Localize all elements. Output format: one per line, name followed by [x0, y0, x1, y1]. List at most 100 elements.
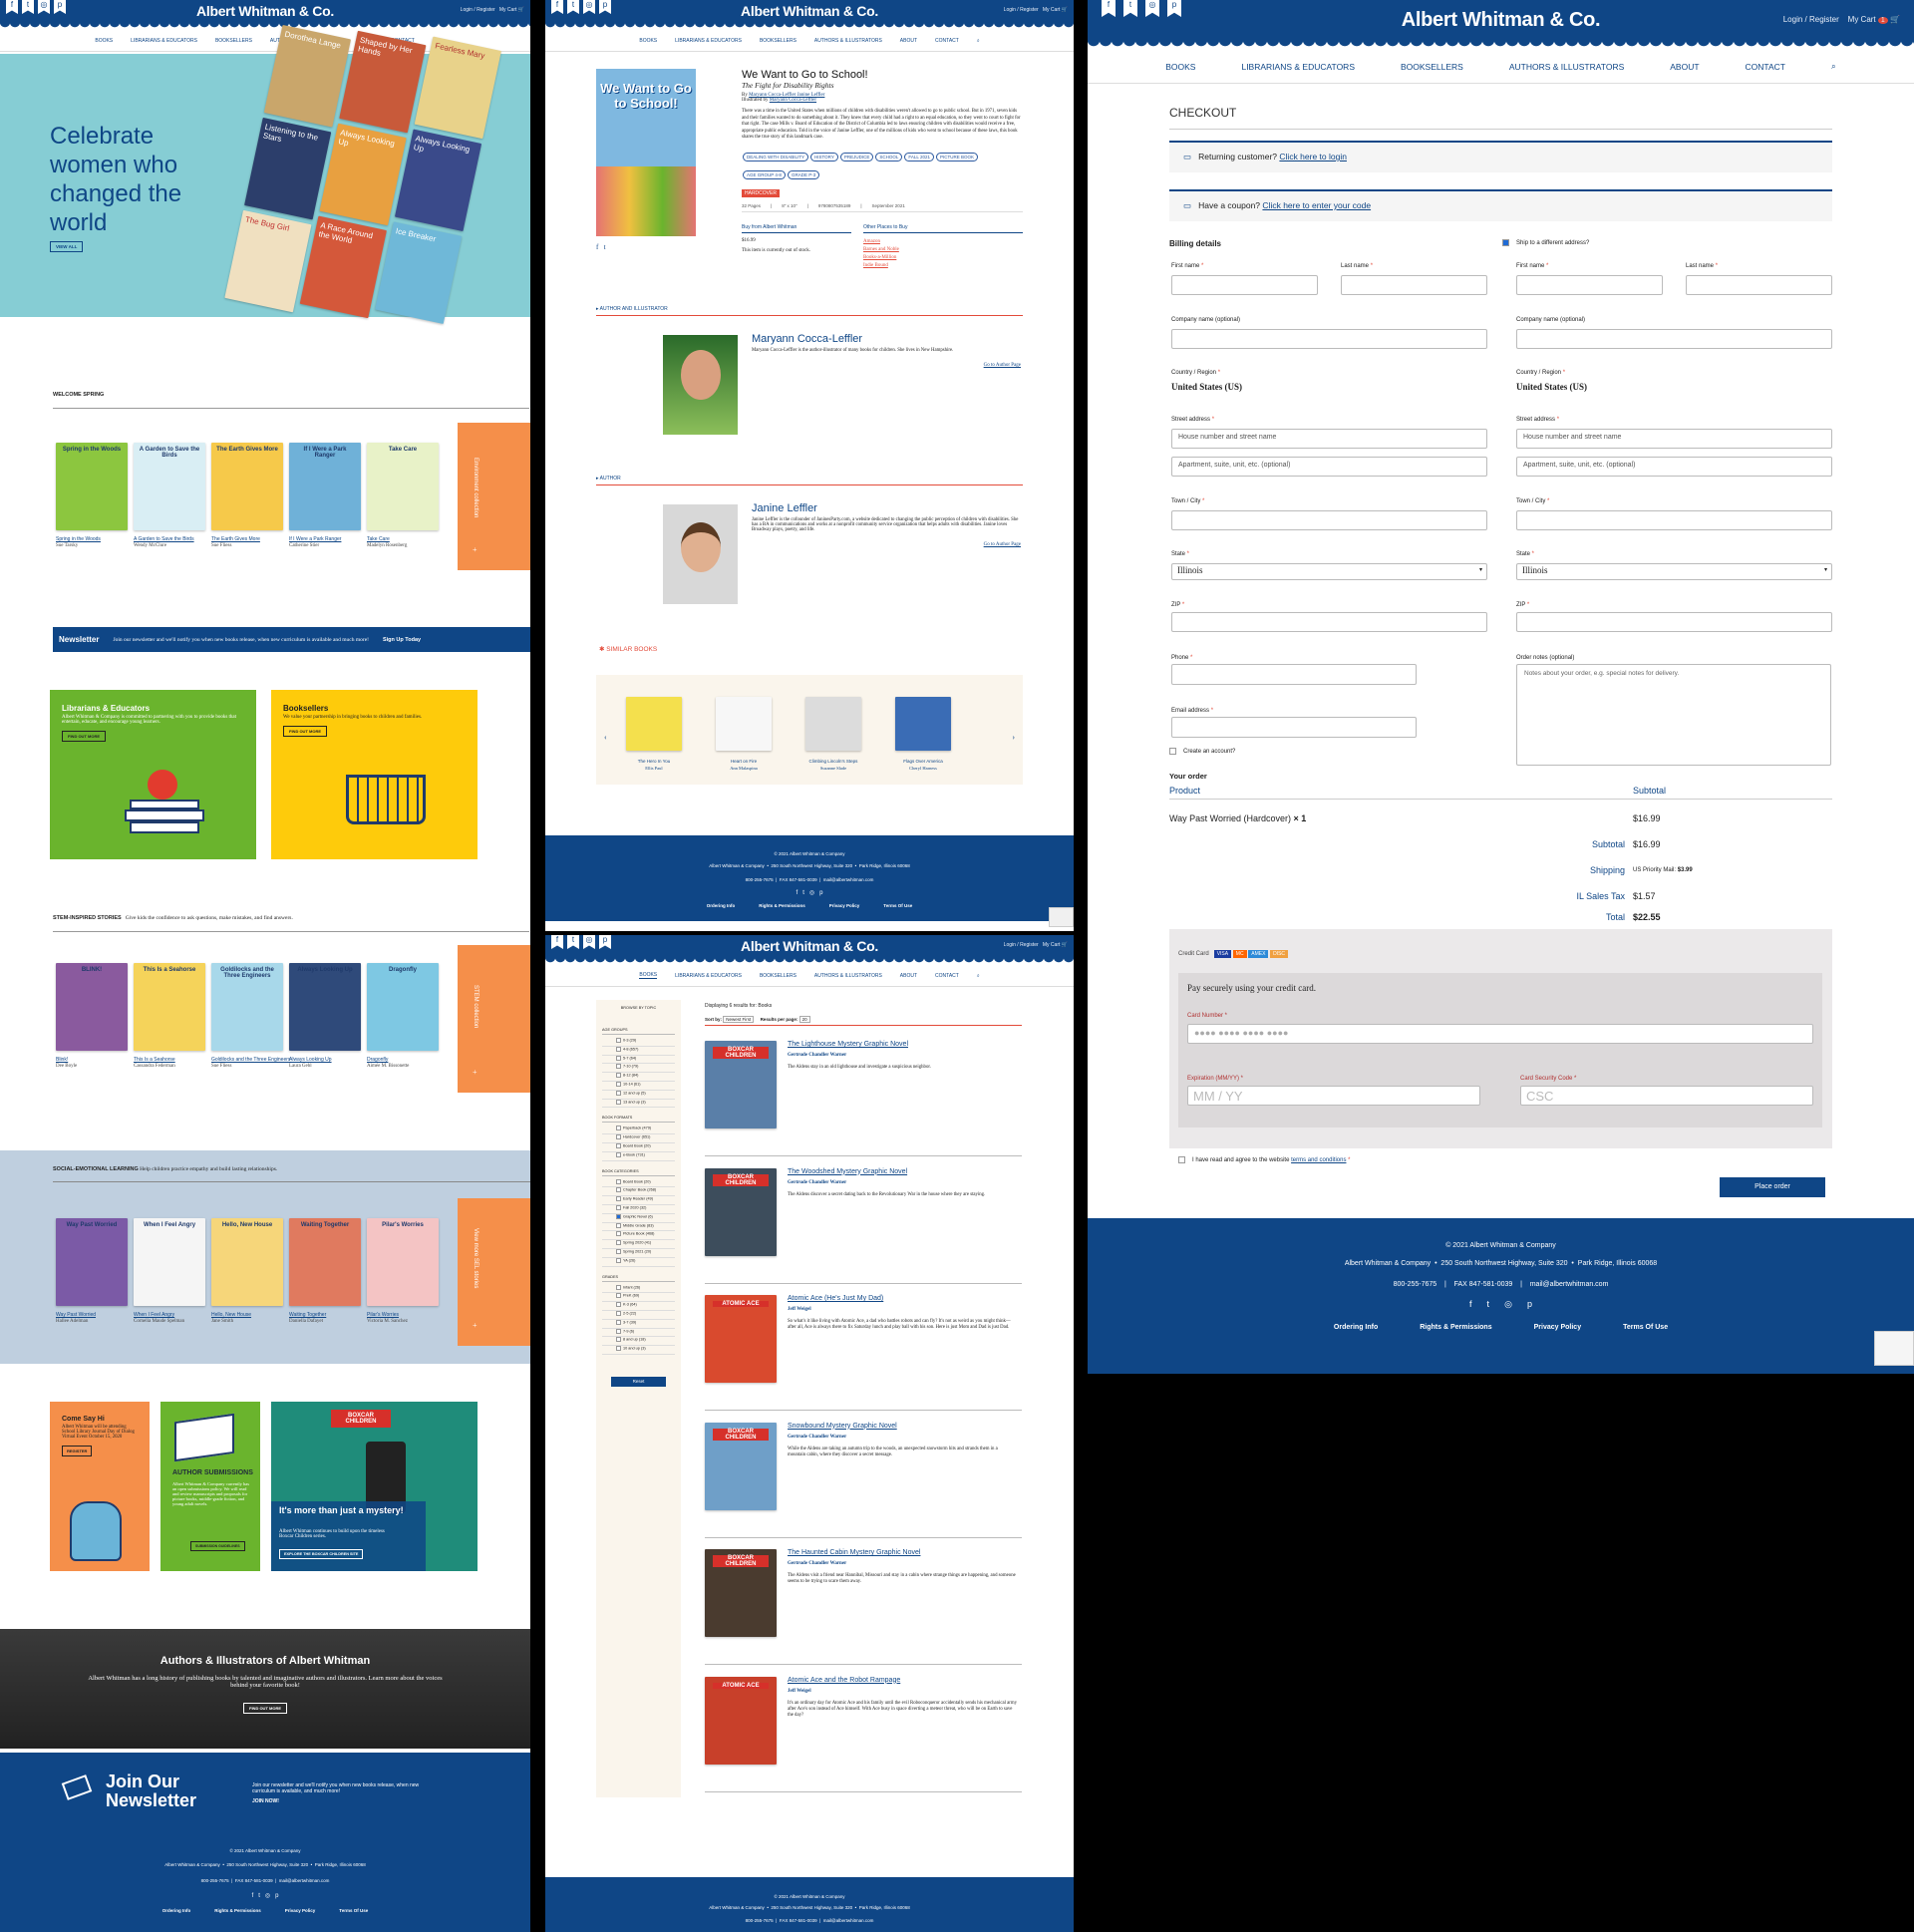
filter-checkbox[interactable]	[616, 1055, 621, 1061]
book-card[interactable]: When I Feel Angry When I Feel Angry Cornel…	[134, 1218, 205, 1338]
book-title-link[interactable]: Always Looking Up	[289, 1057, 332, 1063]
book-cover[interactable]: Dragonfly	[367, 963, 439, 1051]
book-cover[interactable]: When I Feel Angry	[134, 1218, 205, 1306]
book-card[interactable]: Way Past Worried Way Past Worried Hallee A…	[56, 1218, 128, 1338]
credit-card-radio[interactable]: Credit Card	[1178, 951, 1209, 957]
book-cover[interactable]: BLINK!	[56, 963, 128, 1051]
filter-checkbox[interactable]	[616, 1310, 621, 1316]
shipping-city-field[interactable]	[1516, 510, 1832, 530]
filter-checkbox[interactable]	[616, 1222, 621, 1228]
footer-email-link[interactable]: mail@albertwhitman.com	[279, 1878, 330, 1883]
book-cover[interactable]: A Garden to Save the Birds	[134, 443, 205, 530]
filter-option[interactable]: 7-10 (79)	[602, 1064, 675, 1074]
twitter-icon[interactable]: t	[258, 1893, 260, 1899]
result-title-link[interactable]: Snowbound Mystery Graphic Novel	[788, 1423, 897, 1430]
sort-select[interactable]: Newest First	[723, 1016, 755, 1023]
book-title-link[interactable]: Pilar's Worries	[367, 1312, 399, 1318]
book-card[interactable]: BLINK! Blink! Dee Boyle	[56, 963, 128, 1083]
hero-book[interactable]: Always Looking Up	[394, 129, 482, 232]
pinterest-icon[interactable]: p	[54, 0, 66, 14]
facebook-icon[interactable]: f	[551, 935, 563, 949]
booksellers-find-out-button[interactable]: FIND OUT MORE	[283, 726, 327, 737]
search-icon[interactable]: ⌕	[977, 38, 980, 44]
boxcar-card[interactable]: BOXCAR CHILDREN It's more than just a my…	[271, 1402, 478, 1571]
book-title-link[interactable]: Spring in the Woods	[56, 536, 101, 542]
filter-option[interactable]: Infant (26)	[602, 1284, 675, 1294]
expiry-input[interactable]: MM / YY	[1187, 1086, 1480, 1106]
facebook-icon[interactable]: f	[1469, 1299, 1472, 1309]
book-title-link[interactable]: Waiting Together	[289, 1312, 326, 1318]
hero-book[interactable]: Always Looking Up	[319, 123, 407, 226]
filter-option[interactable]: Board Book (20)	[602, 1178, 675, 1188]
result-title-link[interactable]: The Woodshed Mystery Graphic Novel	[788, 1168, 907, 1175]
filter-option[interactable]: Board Book (20)	[602, 1142, 675, 1152]
place-order-button[interactable]: Place order	[1720, 1177, 1825, 1197]
book-card[interactable]: The Earth Gives More The Earth Gives More…	[211, 443, 283, 562]
create-account-checkbox[interactable]	[1169, 748, 1176, 755]
filter-checkbox[interactable]	[616, 1038, 621, 1043]
instagram-icon[interactable]: ◎	[583, 935, 595, 949]
hero-view-all-button[interactable]: VIEW ALL	[50, 241, 84, 252]
pinterest-icon[interactable]: p	[275, 1893, 278, 1899]
facebook-icon[interactable]: f	[252, 1893, 254, 1899]
filter-checkbox[interactable]	[616, 1248, 621, 1254]
cart-icon[interactable]: 🛒	[1062, 942, 1068, 948]
book-cover[interactable]: ATOMIC ACE	[705, 1676, 777, 1765]
filter-checkbox[interactable]	[616, 1328, 621, 1334]
nav-books[interactable]: BOOKS	[1165, 62, 1195, 72]
facebook-icon[interactable]: f	[596, 243, 598, 251]
book-title-link[interactable]: A Garden to Save the Birds	[134, 536, 194, 542]
filter-option[interactable]: Paperback (479)	[602, 1126, 675, 1135]
filter-option[interactable]: 13 and up (3)	[602, 1099, 675, 1109]
book-cover[interactable]: BOXCAR CHILDREN	[705, 1041, 777, 1128]
filter-checkbox[interactable]	[616, 1319, 621, 1325]
filter-option[interactable]: Spring 2020 (41)	[602, 1240, 675, 1249]
shipping-state-select[interactable]: Illinois ▾	[1516, 563, 1832, 580]
nav-contact[interactable]: CONTACT	[935, 38, 959, 44]
similar-book-card[interactable]: Flags Over America Cheryl Harness	[887, 697, 957, 785]
book-title-link[interactable]: This Is a Seahorse	[134, 1057, 175, 1063]
pinterest-icon[interactable]: p	[1167, 0, 1181, 17]
login-link[interactable]: Login / Register	[1004, 942, 1039, 948]
book-cover[interactable]: Goldilocks and the Three Engineers	[211, 963, 283, 1051]
book-cover[interactable]	[716, 697, 772, 751]
facebook-icon[interactable]: f	[1102, 0, 1116, 17]
filter-option[interactable]: 8 and up (18)	[602, 1337, 675, 1347]
terms-link[interactable]: terms and conditions	[1291, 1157, 1346, 1163]
filter-option[interactable]: 7-9 (6)	[602, 1328, 675, 1338]
twitter-icon[interactable]: t	[22, 0, 34, 14]
login-link[interactable]: Login / Register	[1783, 15, 1839, 24]
card-number-input[interactable]: ●●●● ●●●● ●●●● ●●●●	[1187, 1024, 1813, 1044]
billing-state-select[interactable]: Illinois ▾	[1171, 563, 1487, 580]
billing-last-name-field[interactable]	[1341, 275, 1487, 295]
filter-option[interactable]: 2-5 (22)	[602, 1310, 675, 1320]
filter-option[interactable]: Fall 2020 (32)	[602, 1204, 675, 1214]
book-cover[interactable]: Always Looking Up	[289, 963, 361, 1051]
coupon-toggle-link[interactable]: Click here to enter your code	[1262, 200, 1371, 210]
environment-collection-tab[interactable]: Environment collection +	[458, 423, 530, 570]
book-title-link[interactable]: When I Feel Angry	[134, 1312, 174, 1318]
filter-option[interactable]: 4-8 (657)	[602, 1046, 675, 1056]
tag-pill[interactable]: AGE GROUP 4-8	[743, 169, 786, 179]
reset-filters-button[interactable]: Reset	[611, 1376, 666, 1387]
book-title-link[interactable]: If I Were a Park Ranger	[289, 536, 341, 542]
result-title-link[interactable]: The Haunted Cabin Mystery Graphic Novel	[788, 1549, 920, 1556]
phone-field[interactable]	[1171, 664, 1417, 685]
search-icon[interactable]: ⌕	[1831, 61, 1836, 72]
billing-city-field[interactable]	[1171, 510, 1487, 530]
author-submissions-card[interactable]: AUTHOR SUBMISSIONS Albert Whitman & Comp…	[160, 1402, 260, 1571]
book-cover[interactable]: Pilar's Worries	[367, 1218, 439, 1306]
nav-librarians[interactable]: LIBRARIANS & EDUCATORS	[675, 973, 742, 979]
filter-option[interactable]: Graphic Novel (6)	[602, 1213, 675, 1223]
facebook-icon[interactable]: f	[551, 0, 563, 14]
pinterest-icon[interactable]: p	[1527, 1299, 1532, 1309]
book-title-link[interactable]: Climbing Lincoln's Steps	[798, 759, 869, 764]
nav-contact[interactable]: CONTACT	[1746, 62, 1785, 72]
shipping-first-name-field[interactable]	[1516, 275, 1663, 295]
book-title-link[interactable]: Goldilocks and the Three Engineers	[211, 1057, 290, 1063]
nav-booksellers[interactable]: BOOKSELLERS	[760, 38, 797, 44]
plus-icon[interactable]: +	[473, 545, 478, 554]
cart-link[interactable]: My Cart	[1848, 15, 1876, 24]
filter-checkbox[interactable]	[616, 1196, 621, 1202]
tag-pill[interactable]: FALL 2021	[904, 152, 934, 161]
